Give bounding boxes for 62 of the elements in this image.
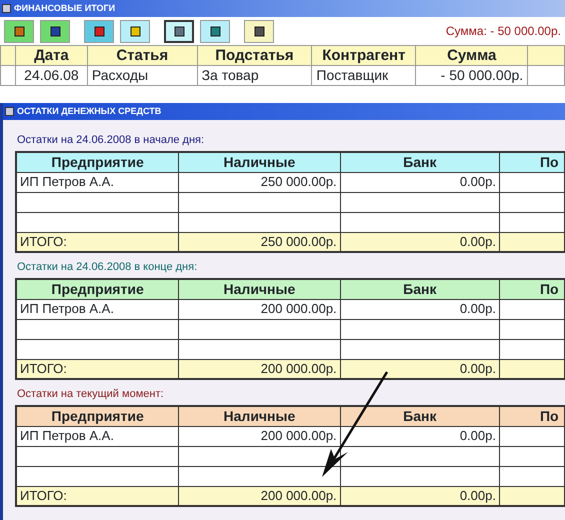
total-cell: 0.00р. [340,232,500,252]
tool-icon [174,26,184,36]
total-cell: ИТОГО: [16,359,179,379]
table-cell: За товар [197,66,312,86]
window-icon [5,107,14,116]
table-cell: 24.06.08 [15,66,88,86]
total-cell: 0.00р. [340,359,500,379]
column-header: Банк [340,279,500,299]
total-cell: 200 000.00р. [178,359,340,379]
window-title: ОСТАТКИ ДЕНЕЖНЫХ СРЕДСТВ [17,104,162,118]
table-cell: 0.00р. [340,426,500,446]
table-cell: Поставщик [312,66,416,86]
column-header: Предприятие [16,152,179,172]
toolbar-button[interactable] [120,20,150,42]
column-header: Банк [340,406,500,426]
table-cell: 0.00р. [340,299,500,319]
column-header: Статья [87,46,198,66]
toolbar-button[interactable] [200,20,230,42]
column-header: Контрагент [312,46,416,66]
column-header: Банк [340,152,500,172]
column-header: По [499,406,564,426]
tool-icon [50,26,60,36]
toolbar-button[interactable] [244,20,274,42]
column-header: Предприятие [16,406,179,426]
toolbar-button[interactable] [4,20,34,42]
column-header: Предприятие [16,279,179,299]
column-header: Подстатья [197,46,312,66]
column-header: Дата [15,46,88,66]
column-header: Наличные [178,279,340,299]
total-cell: 250 000.00р. [178,232,340,252]
table-cell: ИП Петров А.А. [16,426,179,446]
toolbar-button[interactable] [40,20,70,42]
toolbar-button[interactable] [164,20,194,42]
tool-icon [210,26,220,36]
section-title: Остатки на 24.06.2008 в конце дня: [16,260,198,275]
tool-icon [254,26,264,36]
tool-icon [14,26,24,36]
column-header: По [499,279,564,299]
table-cell: Расходы [87,66,198,86]
window-icon [2,4,11,13]
table-cell: 250 000.00р. [178,172,340,192]
total-cell: 0.00р. [340,486,500,506]
tool-icon [130,26,140,36]
table-cell: ИП Петров А.А. [16,299,179,319]
window-title: ФИНАНСОВЫЕ ИТОГИ [14,2,116,15]
toolbar-button[interactable] [84,20,114,42]
tool-icon [94,26,104,36]
total-cell: ИТОГО: [16,232,179,252]
table-cell: 200 000.00р. [178,299,340,319]
section-title: Остатки на 24.06.2008 в начале дня: [16,133,206,148]
sum-total: Сумма: - 50 000.00р. [446,23,561,40]
section-title: Остатки на текущий момент: [16,387,165,402]
table-cell: - 50 000.00р. [416,66,528,86]
column-header: Сумма [416,46,528,66]
total-cell: 200 000.00р. [178,486,340,506]
column-header: Наличные [178,152,340,172]
column-header: По [499,152,564,172]
table-cell: 200 000.00р. [178,426,340,446]
table-cell: ИП Петров А.А. [16,172,179,192]
total-cell: ИТОГО: [16,486,179,506]
table-cell: 0.00р. [340,172,500,192]
column-header: Наличные [178,406,340,426]
